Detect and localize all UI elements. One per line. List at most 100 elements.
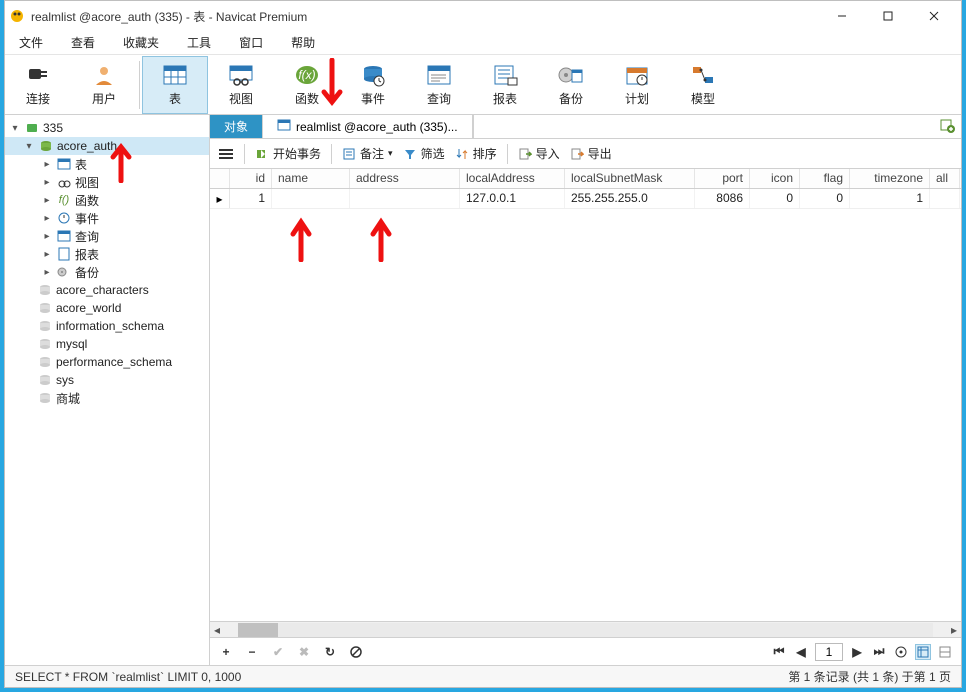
tree-db-performance-schema[interactable]: performance_schema <box>5 353 209 371</box>
add-record-button[interactable]: + <box>218 644 234 660</box>
tree-views[interactable]: ▸视图 <box>5 173 209 191</box>
cell-flag[interactable]: 0 <box>800 189 850 208</box>
grid-row[interactable]: ▸ 1 127.0.0.1 255.255.255.0 8086 0 0 1 <box>210 189 961 209</box>
cell-id[interactable]: 1 <box>230 189 272 208</box>
minimize-button[interactable] <box>819 2 865 30</box>
tool-user[interactable]: 用户 <box>71 56 137 114</box>
tool-connection[interactable]: 连接 <box>5 56 71 114</box>
settings-icon[interactable] <box>893 644 909 660</box>
menu-view[interactable]: 查看 <box>65 32 101 53</box>
close-button[interactable] <box>911 2 957 30</box>
clock-icon <box>359 62 387 88</box>
menu-favorites[interactable]: 收藏夹 <box>117 32 165 53</box>
expand-icon[interactable]: ▸ <box>41 158 53 170</box>
scroll-thumb[interactable] <box>238 623 278 637</box>
col-name[interactable]: name <box>272 169 350 188</box>
tab-realmlist[interactable]: realmlist @acore_auth (335)... <box>263 115 473 138</box>
apply-button[interactable]: ✔ <box>270 644 286 660</box>
memo-button[interactable]: 备注▾ <box>342 145 393 162</box>
first-page-button[interactable]: ⏮ <box>771 644 787 660</box>
page-input[interactable] <box>815 643 843 661</box>
cell-icon[interactable]: 0 <box>750 189 800 208</box>
cell-localsubnetmask[interactable]: 255.255.255.0 <box>565 189 695 208</box>
last-page-button[interactable]: ⏭ <box>871 644 887 660</box>
grid-view-button[interactable] <box>915 644 931 660</box>
refresh-button[interactable]: ↻ <box>322 644 338 660</box>
scroll-track[interactable] <box>238 623 933 637</box>
tree-functions[interactable]: ▸f()函数 <box>5 191 209 209</box>
filter-button[interactable]: 筛选 <box>403 145 445 162</box>
sort-button[interactable]: 排序 <box>455 145 497 162</box>
tool-view[interactable]: 视图 <box>208 56 274 114</box>
tree-backups[interactable]: ▸备份 <box>5 263 209 281</box>
app-icon <box>9 8 25 24</box>
expand-icon[interactable]: ▸ <box>41 266 53 278</box>
statusbar: SELECT * FROM `realmlist` LIMIT 0, 1000 … <box>5 665 961 687</box>
toggle-list-icon[interactable] <box>218 147 234 161</box>
expand-icon[interactable]: ▸ <box>41 176 53 188</box>
tool-event[interactable]: 事件 <box>340 56 406 114</box>
delete-record-button[interactable]: − <box>244 644 260 660</box>
cell-timezone[interactable]: 1 <box>850 189 930 208</box>
tree-db-acore-characters[interactable]: acore_characters <box>5 281 209 299</box>
cancel-button[interactable]: ✖ <box>296 644 312 660</box>
tab-objects[interactable]: 对象 <box>210 115 263 138</box>
cell-address[interactable] <box>350 189 460 208</box>
tree-connection[interactable]: ▾ 335 <box>5 119 209 137</box>
tree-db-mysql[interactable]: mysql <box>5 335 209 353</box>
menu-window[interactable]: 窗口 <box>233 32 269 53</box>
connection-tree[interactable]: ▾ 335 ▾ acore_auth ▸表 ▸视图 ▸f()函数 ▸事件 ▸查询… <box>5 115 210 665</box>
tool-backup[interactable]: 备份 <box>538 56 604 114</box>
tree-tables[interactable]: ▸表 <box>5 155 209 173</box>
maximize-button[interactable] <box>865 2 911 30</box>
tool-schedule[interactable]: 计划 <box>604 56 670 114</box>
data-grid[interactable]: id name address localAddress localSubnet… <box>210 169 961 621</box>
expand-icon[interactable]: ▸ <box>41 194 53 206</box>
expand-icon[interactable]: ▸ <box>41 248 53 260</box>
next-page-button[interactable]: ▶ <box>849 644 865 660</box>
tree-events[interactable]: ▸事件 <box>5 209 209 227</box>
menu-tools[interactable]: 工具 <box>181 32 217 53</box>
expand-icon[interactable]: ▸ <box>41 230 53 242</box>
col-address[interactable]: address <box>350 169 460 188</box>
col-id[interactable]: id <box>230 169 272 188</box>
tool-query[interactable]: 查询 <box>406 56 472 114</box>
horizontal-scrollbar[interactable]: ◂ ▸ <box>210 621 961 637</box>
col-localaddress[interactable]: localAddress <box>460 169 565 188</box>
tool-report[interactable]: 报表 <box>472 56 538 114</box>
tool-function[interactable]: f(x) 函数 <box>274 56 340 114</box>
col-all[interactable]: all <box>930 169 960 188</box>
collapse-icon[interactable]: ▾ <box>23 140 35 152</box>
export-button[interactable]: 导出 <box>570 145 612 162</box>
tree-db-sys[interactable]: sys <box>5 371 209 389</box>
col-port[interactable]: port <box>695 169 750 188</box>
col-timezone[interactable]: timezone <box>850 169 930 188</box>
prev-page-button[interactable]: ◀ <box>793 644 809 660</box>
tree-db-information-schema[interactable]: information_schema <box>5 317 209 335</box>
tree-db-mall[interactable]: 商城 <box>5 389 209 407</box>
col-flag[interactable]: flag <box>800 169 850 188</box>
cell-all[interactable] <box>930 189 960 208</box>
cell-localaddress[interactable]: 127.0.0.1 <box>460 189 565 208</box>
form-view-button[interactable] <box>937 644 953 660</box>
tree-reports[interactable]: ▸报表 <box>5 245 209 263</box>
stop-button[interactable] <box>348 644 364 660</box>
cell-name[interactable] <box>272 189 350 208</box>
tool-table[interactable]: 表 <box>142 56 208 114</box>
tool-model[interactable]: 模型 <box>670 56 736 114</box>
begin-transaction-button[interactable]: 开始事务 <box>255 145 321 162</box>
col-localsubnetmask[interactable]: localSubnetMask <box>565 169 695 188</box>
tree-db-acore-auth[interactable]: ▾ acore_auth <box>5 137 209 155</box>
cell-port[interactable]: 8086 <box>695 189 750 208</box>
collapse-icon[interactable]: ▾ <box>9 122 21 134</box>
expand-icon[interactable]: ▸ <box>41 212 53 224</box>
scroll-left-icon[interactable]: ◂ <box>210 623 224 637</box>
menu-file[interactable]: 文件 <box>13 32 49 53</box>
col-icon[interactable]: icon <box>750 169 800 188</box>
tree-db-acore-world[interactable]: acore_world <box>5 299 209 317</box>
scroll-right-icon[interactable]: ▸ <box>947 623 961 637</box>
new-tab-icon[interactable] <box>939 117 955 136</box>
tree-queries[interactable]: ▸查询 <box>5 227 209 245</box>
menu-help[interactable]: 帮助 <box>285 32 321 53</box>
import-button[interactable]: 导入 <box>518 145 560 162</box>
